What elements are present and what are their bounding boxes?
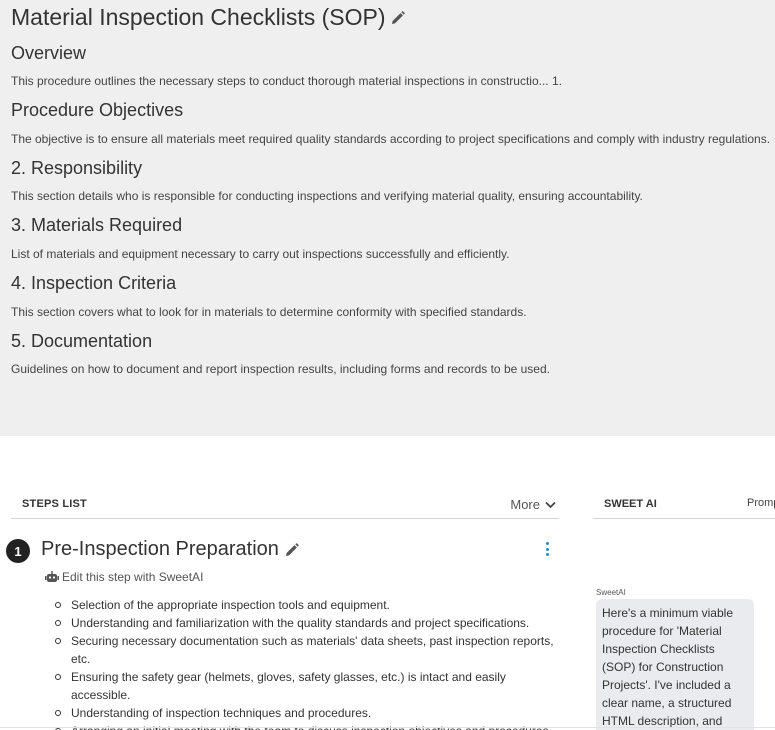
section-text-overview: This procedure outlines the necessary st… (11, 74, 562, 88)
section-text-documentation: Guidelines on how to document and report… (11, 362, 550, 376)
divider (0, 727, 775, 728)
section-text-criteria: This section covers what to look for in … (11, 305, 527, 319)
edit-step-pencil-icon[interactable] (285, 542, 299, 557)
list-item: Understanding and familiarization with t… (55, 614, 560, 632)
section-heading-materials: 3. Materials Required (11, 215, 183, 235)
list-item: Securing necessary documentation such as… (55, 632, 560, 668)
ai-message-bubble: Here's a minimum viable procedure for 'M… (596, 599, 754, 730)
list-item: Arranging an initial meeting with the te… (55, 722, 560, 730)
step-items-list: Selection of the appropriate inspection … (55, 596, 560, 730)
more-label: More (510, 497, 540, 512)
step-title: Pre-Inspection Preparation (41, 538, 279, 560)
tab-sweet-ai[interactable]: SWEET AI (604, 498, 657, 510)
more-button[interactable]: More (510, 497, 556, 512)
list-item: Understanding of inspection techniques a… (55, 704, 560, 722)
step-options-kebab-icon[interactable] (541, 541, 553, 557)
ai-message-sender: SweetAI (596, 588, 626, 597)
steps-list-header: STEPS LIST More (11, 492, 559, 519)
tab-prompt[interactable]: Promp (747, 497, 775, 509)
list-item: Ensuring the safety gear (helmets, glove… (55, 668, 560, 704)
step-title-row: Pre-Inspection Preparation (41, 538, 299, 561)
document-title: Material Inspection Checklists (SOP) (11, 4, 386, 30)
edit-step-with-ai-link[interactable]: Edit this step with SweetAI (45, 570, 203, 584)
section-heading-overview: Overview (11, 43, 87, 63)
ai-panel-header: SWEET AI Promp (593, 492, 775, 519)
edit-pencil-icon[interactable] (391, 10, 405, 25)
document-title-row: Material Inspection Checklists (SOP) (11, 4, 405, 31)
robot-icon (45, 571, 59, 583)
section-heading-documentation: 5. Documentation (11, 331, 153, 351)
section-heading-objectives: Procedure Objectives (11, 100, 184, 120)
steps-list-title: STEPS LIST (22, 498, 87, 510)
overview-panel: Material Inspection Checklists (SOP) Ove… (0, 0, 775, 436)
section-text-objectives: The objective is to ensure all materials… (11, 132, 771, 146)
step-number-badge: 1 (6, 539, 30, 563)
section-heading-criteria: 4. Inspection Criteria (11, 273, 177, 293)
chevron-down-icon (545, 501, 556, 509)
section-text-materials: List of materials and equipment necessar… (11, 247, 510, 261)
edit-step-with-ai-label: Edit this step with SweetAI (62, 570, 204, 584)
section-heading-responsibility: 2. Responsibility (11, 158, 143, 178)
list-item: Selection of the appropriate inspection … (55, 596, 560, 614)
section-text-responsibility: This section details who is responsible … (11, 189, 643, 203)
